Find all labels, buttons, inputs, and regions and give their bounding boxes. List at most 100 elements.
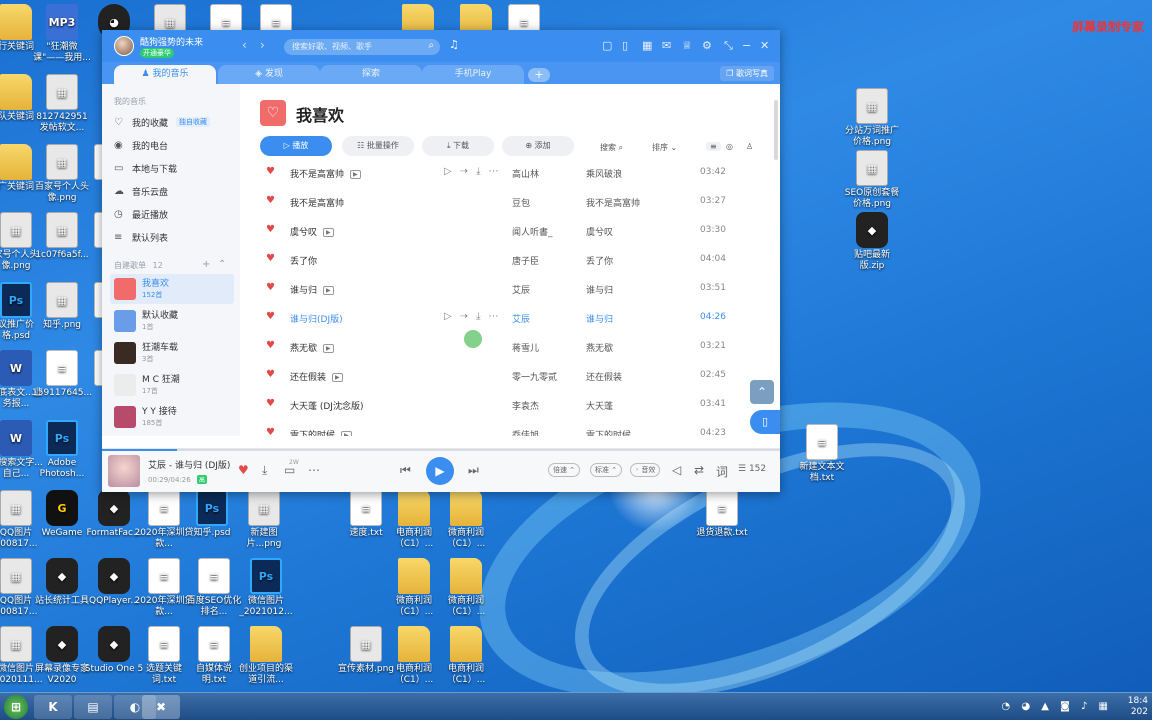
liked-heart-icon[interactable]: ♥	[266, 427, 275, 436]
skin-icon[interactable]: ▦	[642, 39, 652, 52]
play-pause-button[interactable]: ▶	[426, 457, 454, 485]
song-artist[interactable]: 唐子臣	[512, 254, 539, 267]
desktop-icon[interactable]: 电商利润（C1）...	[436, 626, 496, 686]
phone-icon[interactable]: ▯	[622, 39, 628, 52]
song-row[interactable]: ♥ 雪下的时候 ▶ 乔佳旭 雪下的时候 04:23	[240, 419, 780, 436]
playlist-item[interactable]: 我喜欢 152首	[110, 274, 234, 304]
song-artist[interactable]: 高山林	[512, 167, 539, 180]
row-actions[interactable]: ▷⇢⤓⋯	[444, 166, 507, 177]
settings-icon[interactable]: ⚙	[702, 39, 712, 52]
mini-mode-icon[interactable]: ⤡	[724, 39, 733, 53]
tab-discover[interactable]: ◈ 发现	[218, 65, 320, 84]
desktop-icon[interactable]: ▦ 新建图片...png	[234, 490, 294, 550]
previous-icon[interactable]: ⏮	[400, 463, 411, 478]
vip-badge[interactable]: 开通豪华	[140, 48, 174, 58]
row-actions[interactable]: ▷⇢⤓⋯	[444, 311, 507, 322]
song-row[interactable]: ♥ 我不是高富帅 豆包 我不是高富帅 03:27	[240, 187, 780, 216]
search-input[interactable]: 搜索好歌、视频、歌手 ⌕	[284, 39, 440, 55]
liked-heart-icon[interactable]: ♥	[266, 311, 275, 322]
song-artist[interactable]: 蒋雪儿	[512, 341, 539, 354]
quality-button[interactable]: 标准 ⌃	[590, 463, 623, 477]
desktop-icon[interactable]: MP3 "狂潮微课"——我用...	[32, 4, 92, 64]
like-heart-icon[interactable]: ♥	[238, 463, 249, 477]
sidebar-item[interactable]: ♡ 我的收藏 独自收藏	[114, 112, 234, 132]
lyrics-icon[interactable]: 词	[716, 463, 728, 480]
desktop-icon[interactable]: 微商利润（C1）...	[436, 490, 496, 550]
liked-heart-icon[interactable]: ♥	[266, 369, 275, 380]
taskbar-app-icon[interactable]: K	[34, 695, 72, 719]
mv-icon[interactable]: ▶	[332, 373, 343, 382]
taskbar-app-icon[interactable]: ✖	[142, 695, 180, 719]
forward-arrow-icon[interactable]: ›	[260, 38, 265, 52]
desktop-icon[interactable]: ◆ 贴吧最新版.zip	[842, 212, 902, 272]
add-button[interactable]: ⊕ 添加	[502, 136, 574, 156]
desktop-icon[interactable]: ▦ 分站万词推广价格.png	[842, 88, 902, 148]
sidebar-item[interactable]: ▭ 本地与下载	[114, 158, 234, 178]
playlist-item[interactable]: 狂潮车载 3首	[110, 338, 234, 368]
song-album[interactable]: 雪下的时候	[586, 428, 631, 436]
back-to-top-icon[interactable]: ⌃	[750, 380, 774, 404]
tab-mobile-play[interactable]: 手机Play	[422, 65, 524, 84]
shirt-icon[interactable]: ♕	[682, 39, 692, 52]
song-row[interactable]: ♥ 谁与归 ▶ 艾辰 谁与归 03:51	[240, 274, 780, 303]
taskbar-folder-icon[interactable]: ▤	[74, 695, 112, 719]
desktop-icon[interactable]: Ps Adobe Photosh...	[32, 420, 92, 480]
song-row[interactable]: ♥ 谁与归(DJ版) ▷⇢⤓⋯ 艾辰 谁与归 04:26	[240, 303, 780, 332]
now-playing-cover[interactable]	[108, 455, 140, 487]
song-row[interactable]: ♥ 大天蓬 (DJ沈念版) 李袁杰 大天蓬 03:41	[240, 390, 780, 419]
desktop-icon[interactable]: 电商利润（C1）...	[384, 626, 444, 686]
add-tab-button[interactable]: +	[528, 68, 550, 82]
now-playing-title[interactable]: 艾辰 - 谁与归 (DJ版)	[148, 458, 230, 471]
mv-icon[interactable]: ▶	[323, 228, 334, 237]
minimize-icon[interactable]: −	[742, 39, 751, 52]
mv-icon[interactable]: ▶	[323, 286, 334, 295]
mv-icon[interactable]: ▶	[341, 431, 352, 436]
desktop-icon[interactable]: ≡ 自媒体说明.txt	[184, 626, 244, 686]
song-row[interactable]: ♥ 还在假装 ▶ 零一九零贰 还在假装 02:45	[240, 361, 780, 390]
song-album[interactable]: 谁与归	[586, 283, 613, 296]
desktop-icon[interactable]: ≡ 退货退款.txt	[692, 490, 752, 539]
close-icon[interactable]: ✕	[760, 39, 769, 52]
loop-mode-icon[interactable]: ⇄	[694, 463, 704, 477]
system-tray[interactable]: ◔ ◕ ▲ ◙ ♪ ▦	[1001, 701, 1112, 712]
speed-button[interactable]: 倍速 ⌃	[548, 463, 581, 477]
add-playlist-icon[interactable]: +	[202, 259, 210, 270]
sidebar-item[interactable]: ◷ 最近播放	[114, 204, 234, 224]
sidebar-item[interactable]: ◉ 我的电台	[114, 135, 234, 155]
tab-my-music[interactable]: ♟ 我的音乐	[114, 65, 216, 84]
song-row[interactable]: ♥ 丢了你 唐子臣 丢了你 04:04	[240, 245, 780, 274]
song-artist[interactable]: 李袁杰	[512, 399, 539, 412]
desktop-icon[interactable]: 微商利润（C1）...	[436, 558, 496, 618]
sidebar-item[interactable]: ☁ 音乐云盘	[114, 181, 234, 201]
song-album[interactable]: 谁与归	[586, 312, 613, 325]
desktop-icon[interactable]: ≡ 百度SEO优化排名...	[184, 558, 244, 618]
desktop-icon[interactable]: ≡ 新建文本文档.txt	[792, 424, 852, 484]
song-album[interactable]: 我不是高富帅	[586, 196, 640, 209]
batch-ops-button[interactable]: ☷ 批量操作	[342, 136, 414, 156]
locate-icon[interactable]: ◎	[726, 142, 733, 151]
liked-heart-icon[interactable]: ♥	[266, 282, 275, 293]
desktop-icon[interactable]: Ps 知乎.psd	[182, 490, 242, 539]
download-icon[interactable]: ⤓	[262, 463, 267, 478]
desktop-icon[interactable]: Ps 微信图片_2021012...	[236, 558, 296, 618]
desktop-icon[interactable]: G WeGame	[32, 490, 92, 539]
search-icon[interactable]: ⌕	[428, 40, 434, 51]
phone-sync-icon[interactable]: ▯	[750, 410, 780, 434]
back-arrow-icon[interactable]: ‹	[242, 38, 247, 52]
song-row[interactable]: ♥ 我不是高富帅 ▶ ▷⇢⤓⋯ 高山林 乘风破浪 03:42	[240, 158, 780, 187]
song-album[interactable]: 乘风破浪	[586, 167, 622, 180]
playlist-item[interactable]: 默认收藏 1首	[110, 306, 234, 336]
song-album[interactable]: 还在假装	[586, 370, 622, 383]
sidebar-item[interactable]: ≡ 默认列表	[114, 227, 234, 247]
scrollbar[interactable]	[774, 100, 778, 160]
desktop-icon[interactable]: 电商利润（C1）...	[384, 490, 444, 550]
sidebar-item-tag[interactable]: 独自收藏	[176, 117, 211, 127]
song-artist[interactable]: 闻人听書_	[512, 225, 553, 238]
song-artist[interactable]: 艾辰	[512, 283, 530, 296]
song-row[interactable]: ♥ 燕无歇 ▶ 蒋雪儿 燕无歇 03:21	[240, 332, 780, 361]
song-artist[interactable]: 零一九零贰	[512, 370, 557, 383]
liked-heart-icon[interactable]: ♥	[266, 340, 275, 351]
message-icon[interactable]: ▢	[602, 39, 612, 52]
progress-bar[interactable]	[102, 449, 780, 451]
inbox-icon[interactable]: ✉	[662, 39, 671, 52]
